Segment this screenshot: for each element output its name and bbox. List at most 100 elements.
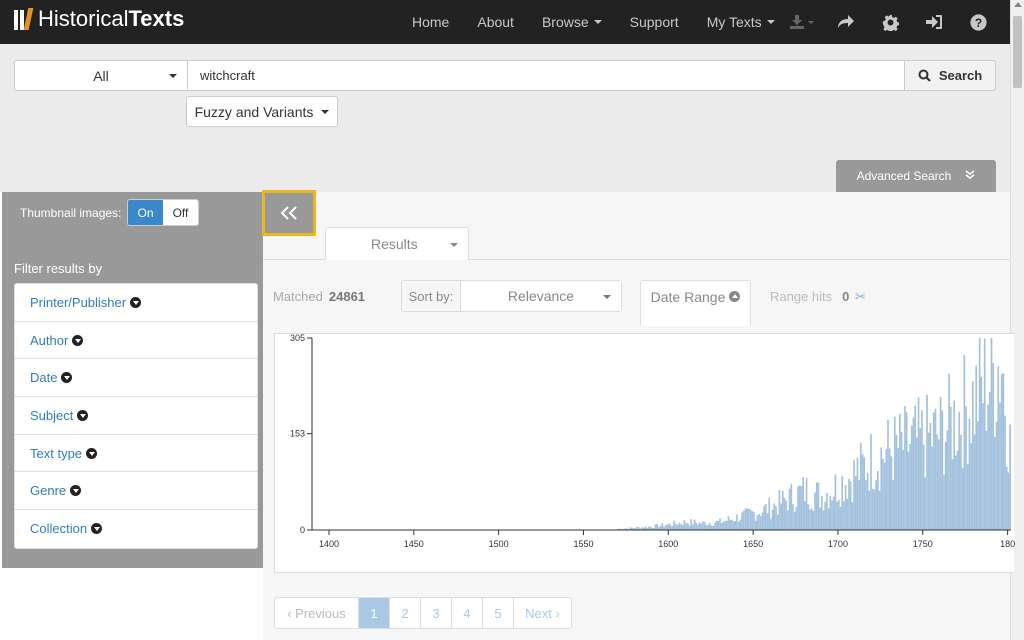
search-mode-dropdown[interactable]: Fuzzy and Variants	[186, 96, 338, 127]
histogram-bar	[722, 521, 725, 530]
tab-date-range[interactable]: Date Range	[640, 280, 751, 326]
filter-subject[interactable]: Subject	[15, 397, 257, 435]
search-button-label: Search	[938, 68, 983, 83]
pagination-next[interactable]: Next ›	[514, 598, 571, 628]
x-tick-label: 1650	[743, 539, 763, 549]
histogram-bar	[671, 525, 674, 530]
range-hits-value: 0	[842, 289, 850, 304]
histogram-bar	[654, 524, 657, 530]
histogram-bar	[675, 523, 677, 530]
histogram-bar	[788, 488, 791, 530]
nav-my-texts[interactable]: My Texts	[693, 14, 789, 30]
sign-in-icon[interactable]	[912, 0, 956, 44]
search-button[interactable]: Search	[904, 60, 996, 91]
histogram-bar	[887, 419, 889, 530]
filter-printer-publisher[interactable]: Printer/Publisher	[15, 284, 257, 322]
filter-date[interactable]: Date	[15, 359, 257, 398]
filter-label: Author	[30, 332, 69, 348]
histogram-bar	[669, 525, 672, 530]
histogram-bar	[685, 523, 687, 530]
scroll-up-arrow-icon[interactable]	[1014, 2, 1022, 7]
histogram-bar	[663, 526, 665, 530]
histogram-bar	[907, 451, 910, 530]
sort-by-value: Relevance	[507, 288, 575, 304]
filter-label: Date	[30, 370, 58, 386]
histogram-bar	[673, 520, 676, 530]
pagination-page-4[interactable]: 4	[452, 598, 483, 628]
filter-list: Printer/Publisher Author Date Subject Te…	[14, 283, 258, 549]
histogram-bar	[647, 526, 650, 530]
date-histogram[interactable]: 0 153 305 1400 1450 1500 1550 1600 1650 1700 1750 1…	[274, 333, 1015, 573]
histogram-bar	[748, 508, 750, 530]
histogram-bar	[815, 482, 818, 530]
thumbnail-on-button[interactable]: On	[128, 200, 163, 225]
histogram-bar	[917, 397, 920, 530]
scope-select[interactable]: All	[14, 60, 188, 91]
nav-home[interactable]: Home	[398, 14, 463, 30]
share-icon[interactable]	[824, 0, 868, 44]
pagination-page-2[interactable]: 2	[390, 598, 421, 628]
histogram-bar	[1000, 374, 1003, 530]
filter-collection[interactable]: Collection	[15, 510, 257, 548]
filter-genre[interactable]: Genre	[15, 472, 257, 511]
pagination-previous[interactable]: ‹ Previous	[275, 598, 359, 628]
filter-text-type[interactable]: Text type	[15, 435, 257, 473]
histogram-bar	[871, 488, 874, 530]
nav-browse[interactable]: Browse	[528, 14, 616, 30]
double-chevron-left-icon	[281, 206, 297, 220]
histogram-bar	[948, 373, 950, 530]
x-tick-label: 1500	[489, 539, 509, 549]
histogram-bar	[710, 525, 713, 530]
histogram-bar	[919, 428, 922, 530]
download-icon[interactable]	[780, 0, 824, 44]
help-icon[interactable]: ?	[956, 0, 1000, 44]
histogram-bar	[798, 485, 801, 530]
sort-by-control: Sort by: Relevance	[401, 280, 622, 312]
pagination-page-1[interactable]: 1	[359, 598, 390, 628]
histogram-bar	[826, 493, 828, 530]
histogram-bar	[895, 435, 898, 530]
nav-support[interactable]: Support	[616, 14, 693, 30]
histogram-bar	[676, 525, 679, 530]
histogram-bar	[720, 523, 723, 530]
histogram-bar	[731, 519, 733, 530]
pagination-page-3[interactable]: 3	[421, 598, 452, 628]
thumbnail-off-button[interactable]: Off	[163, 200, 198, 225]
sort-by-select[interactable]: Relevance	[461, 281, 621, 311]
histogram-bar	[882, 458, 884, 530]
scissors-icon[interactable]: ✂	[855, 289, 866, 304]
sort-by-label: Sort by:	[402, 281, 461, 311]
histogram-bar	[909, 444, 911, 530]
histogram-bar	[661, 523, 664, 530]
histogram-bar	[914, 405, 916, 530]
histogram-bar	[644, 526, 647, 530]
histogram-bar	[961, 468, 964, 530]
thumbnail-toggle: On Off	[127, 199, 199, 226]
brand-logo[interactable]: Historical Texts	[14, 6, 184, 32]
scope-select-value: All	[93, 67, 109, 84]
histogram-bar	[997, 366, 1000, 530]
double-chevron-down-icon	[965, 169, 975, 183]
advanced-search-button[interactable]: Advanced Search	[836, 160, 996, 192]
histogram-bar	[949, 406, 952, 530]
filter-heading: Filter results by	[14, 261, 103, 276]
gear-icon[interactable]	[868, 0, 912, 44]
histogram-bar	[983, 338, 986, 530]
tab-results-label: Results	[371, 236, 418, 252]
collapse-sidebar-button[interactable]	[262, 190, 316, 236]
histogram-bar	[659, 525, 662, 530]
histogram-bar	[856, 458, 859, 530]
histogram-bar	[758, 513, 760, 530]
pagination-page-5[interactable]: 5	[483, 598, 514, 628]
tab-results[interactable]: Results	[325, 227, 469, 260]
histogram-bar	[829, 496, 832, 530]
histogram-bar	[966, 463, 969, 530]
search-input[interactable]	[187, 60, 905, 91]
nav-about[interactable]: About	[463, 14, 528, 30]
scroll-thumb[interactable]	[1013, 16, 1022, 88]
histogram-bar	[832, 496, 835, 530]
histogram-bar	[749, 509, 752, 530]
circle-chevron-down-icon	[77, 409, 89, 421]
books-icon	[14, 8, 34, 30]
filter-author[interactable]: Author	[15, 322, 257, 360]
